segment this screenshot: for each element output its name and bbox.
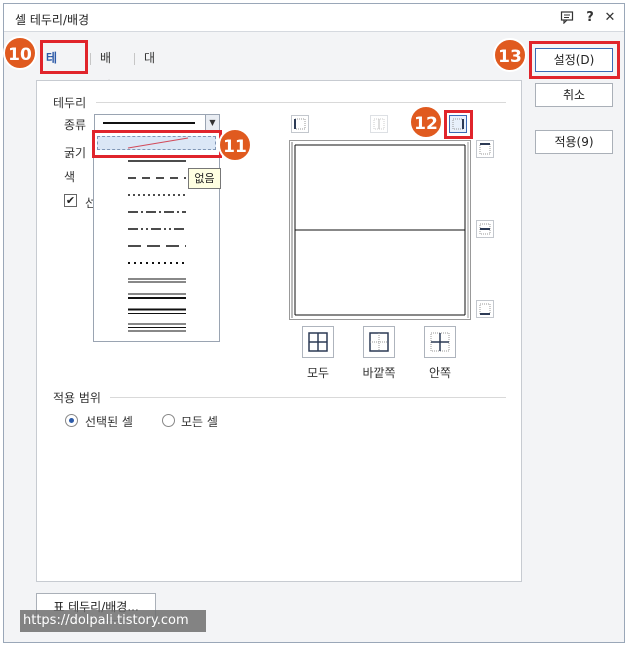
highlight-line-style-none bbox=[92, 130, 222, 158]
highlight-border-tab bbox=[40, 40, 88, 74]
help-icon[interactable]: ? bbox=[582, 10, 598, 26]
title-bar: 셀 테두리/배경 ? ✕ bbox=[4, 4, 624, 32]
line-style-round-dot[interactable] bbox=[128, 261, 186, 265]
line-style-double[interactable] bbox=[128, 278, 186, 284]
type-label: 종류 bbox=[64, 118, 87, 132]
border-group-title: 테두리 bbox=[53, 94, 93, 111]
highlight-set-button bbox=[529, 41, 620, 79]
inner-borders-label: 안쪽 bbox=[428, 366, 452, 380]
group-divider bbox=[96, 102, 506, 103]
step-badge-11: 11 bbox=[218, 128, 252, 162]
line-style-solid[interactable] bbox=[128, 159, 186, 163]
inner-borders-icon[interactable] bbox=[424, 326, 456, 358]
checkbox-line[interactable]: ✔ bbox=[64, 194, 77, 207]
highlight-right-border bbox=[444, 110, 473, 139]
line-type-dropdown[interactable] bbox=[93, 132, 220, 342]
radio-all-cells[interactable] bbox=[162, 414, 175, 427]
group-divider bbox=[110, 397, 506, 398]
bottom-border-icon[interactable] bbox=[476, 300, 494, 318]
tab-separator bbox=[134, 53, 135, 65]
line-style-long-dash[interactable] bbox=[128, 244, 186, 248]
inner-vertical-border-icon[interactable] bbox=[370, 115, 388, 133]
tooltip-none: 없음 bbox=[188, 168, 221, 189]
color-label: 색 bbox=[64, 170, 76, 184]
apply-scope-title: 적용 범위 bbox=[53, 389, 107, 406]
window-title: 셀 테두리/배경 bbox=[15, 13, 90, 27]
inner-horizontal-border-icon[interactable] bbox=[476, 220, 494, 238]
border-preview[interactable] bbox=[289, 140, 471, 320]
left-border-icon[interactable] bbox=[291, 115, 309, 133]
line-style-dash-dot[interactable] bbox=[128, 210, 186, 214]
step-badge-12: 12 bbox=[409, 105, 443, 139]
step-badge-13: 13 bbox=[493, 38, 527, 72]
step-badge-10: 10 bbox=[3, 36, 37, 70]
watermark: https://dolpali.tistory.com bbox=[20, 610, 206, 632]
line-style-dashed[interactable] bbox=[128, 176, 186, 180]
line-style-thick-thin[interactable] bbox=[128, 308, 186, 315]
tab-separator bbox=[90, 53, 91, 65]
line-style-triple[interactable] bbox=[128, 323, 186, 332]
line-style-dotted[interactable] bbox=[128, 193, 186, 197]
chevron-down-icon[interactable]: ▼ bbox=[205, 115, 219, 131]
top-border-icon[interactable] bbox=[476, 140, 494, 158]
line-style-dash-dot-dot[interactable] bbox=[128, 227, 186, 231]
radio-selected-cells-label: 선택된 셀 bbox=[85, 415, 133, 429]
cancel-button[interactable]: 취소 bbox=[535, 83, 613, 107]
all-borders-icon[interactable] bbox=[302, 326, 334, 358]
close-icon[interactable]: ✕ bbox=[602, 10, 618, 26]
all-borders-label: 모두 bbox=[306, 366, 330, 380]
thickness-label: 굵기 bbox=[64, 146, 87, 160]
comment-icon[interactable] bbox=[559, 10, 575, 26]
radio-all-cells-label: 모든 셀 bbox=[181, 415, 218, 429]
radio-selected-cells[interactable] bbox=[65, 414, 78, 427]
line-style-thin-thick[interactable] bbox=[128, 293, 186, 300]
selected-line-preview bbox=[103, 122, 195, 124]
outer-borders-label: 바깥쪽 bbox=[362, 366, 396, 380]
outer-borders-icon[interactable] bbox=[363, 326, 395, 358]
apply-button[interactable]: 적용(9) bbox=[535, 130, 613, 154]
